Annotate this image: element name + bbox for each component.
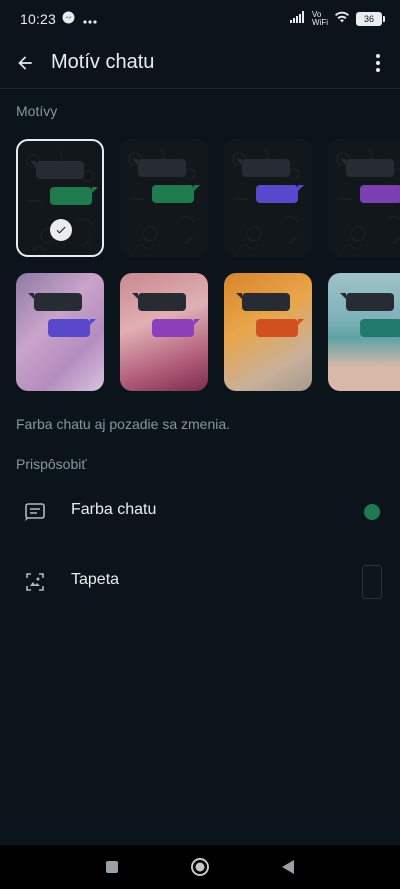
theme-tile-dark-green-selected[interactable] [16, 139, 104, 257]
outgoing-bubble-preview [152, 185, 200, 203]
incoming-bubble-preview [340, 159, 394, 177]
selected-check-icon [50, 219, 72, 241]
wallpaper-thumbnail [362, 565, 382, 599]
triangle-back-icon [282, 860, 294, 874]
arrow-left-icon [18, 56, 32, 70]
vowifi-bottom: WiFi [312, 18, 328, 27]
incoming-bubble-preview [30, 161, 84, 179]
wifi-icon [334, 10, 350, 28]
theme-tile-dark-green[interactable] [120, 139, 208, 257]
more-vert-icon [376, 54, 380, 72]
status-notification-icons [62, 11, 97, 29]
outgoing-bubble-preview [256, 185, 304, 203]
incoming-bubble-preview [132, 293, 186, 311]
chat-color-swatch [364, 504, 380, 520]
outgoing-bubble-preview [48, 319, 96, 337]
outgoing-bubble-preview [152, 319, 200, 337]
incoming-bubble-preview [236, 293, 290, 311]
status-bar: 10:23 Vo WiFi 36 [0, 0, 400, 38]
incoming-bubble-preview [132, 159, 186, 177]
theme-tile-lilac-wallpaper[interactable] [16, 273, 104, 391]
vowifi-indicator: Vo WiFi [312, 11, 328, 27]
circle-icon [191, 858, 209, 876]
back-button[interactable] [12, 50, 38, 76]
wallpaper-label: Tapeta [71, 571, 120, 588]
theme-tile-beach-wallpaper[interactable] [328, 273, 400, 391]
outgoing-bubble-preview [256, 319, 304, 337]
theme-grid [0, 138, 400, 394]
signal-icon [290, 10, 306, 28]
home-button[interactable] [188, 855, 212, 879]
outgoing-bubble-preview [360, 319, 400, 337]
incoming-bubble-preview [236, 159, 290, 177]
status-right-icons: Vo WiFi 36 [290, 10, 385, 28]
incoming-bubble-preview [28, 293, 82, 311]
square-icon [106, 861, 118, 873]
outgoing-bubble-preview [50, 187, 98, 205]
themes-section-title: Motívy [16, 103, 58, 119]
back-nav-button[interactable] [276, 855, 300, 879]
more-notifications-icon [83, 11, 97, 29]
page-title: Motív chatu [51, 51, 155, 73]
theme-tile-dark-violet[interactable] [328, 139, 400, 257]
chat-color-label: Farba chatu [71, 501, 157, 518]
system-navigation-bar [0, 845, 400, 889]
wallpaper-icon [22, 569, 48, 595]
messenger-icon [62, 11, 75, 29]
theme-tile-pink-wallpaper[interactable] [120, 273, 208, 391]
chat-bubble-icon [22, 499, 48, 525]
outgoing-bubble-preview [360, 185, 400, 203]
recents-button[interactable] [100, 855, 124, 879]
theme-info-note: Farba chatu aj pozadie sa zmenia. [16, 416, 231, 432]
chat-color-row[interactable]: Farba chatu [0, 481, 400, 541]
battery-indicator: 36 [356, 12, 385, 26]
app-bar: Motív chatu [0, 38, 400, 89]
theme-tile-orange-wallpaper[interactable] [224, 273, 312, 391]
incoming-bubble-preview [340, 293, 394, 311]
theme-tile-dark-purple[interactable] [224, 139, 312, 257]
wallpaper-row[interactable]: Tapeta [0, 551, 400, 611]
more-options-button[interactable] [368, 50, 388, 76]
status-time: 10:23 [20, 11, 57, 27]
customize-section-title: Prispôsobiť [16, 456, 87, 472]
